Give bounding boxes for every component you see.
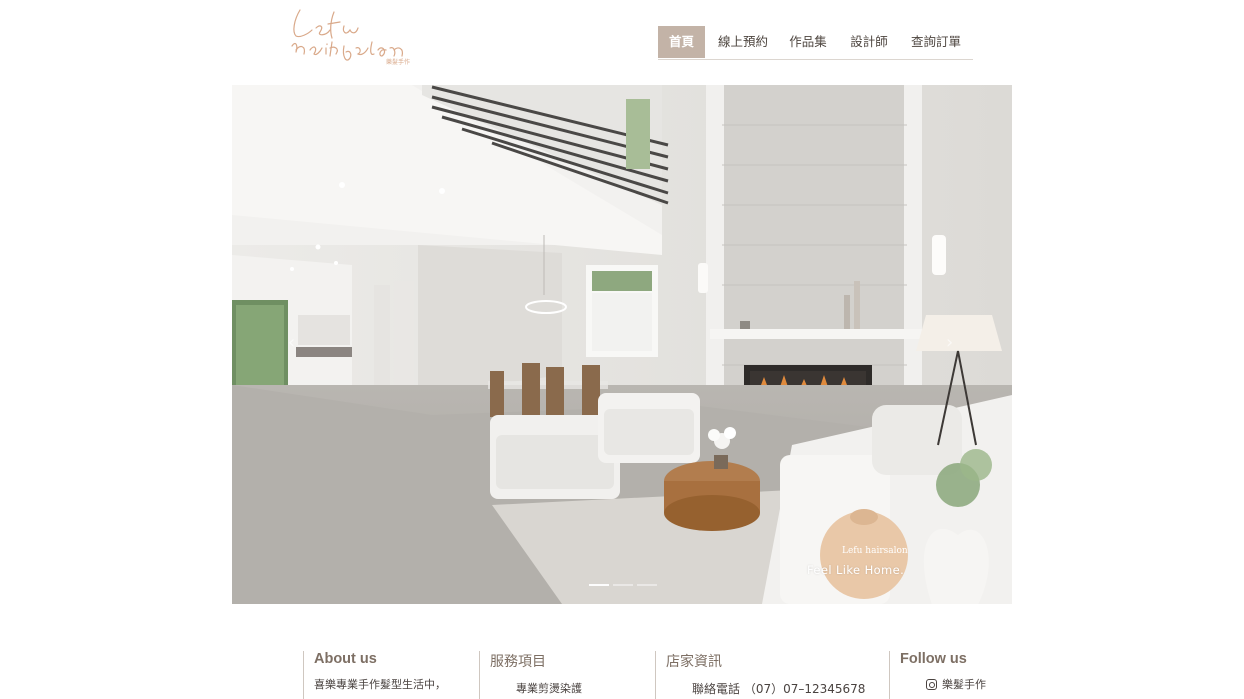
nav-item-designers[interactable]: 設計師 — [844, 26, 894, 58]
nav-item-online-booking[interactable]: 線上預約 — [712, 26, 774, 58]
slider-dot-1[interactable] — [589, 584, 609, 586]
nav-item-order-lookup[interactable]: 查詢訂單 — [906, 26, 966, 58]
slider-prev-arrow[interactable]: ‹ — [288, 333, 300, 353]
hero-slider[interactable]: Lefu hairsalon — [232, 85, 1012, 604]
footer-instagram-label: 樂髮手作 — [942, 678, 986, 691]
orb-logo-text: Lefu hairsalon — [842, 546, 908, 556]
footer-services-title: 服務項目 — [490, 654, 546, 670]
slider-next-arrow[interactable]: › — [946, 333, 958, 353]
hero-living-room-image: Lefu hairsalon — [232, 85, 1012, 604]
footer-about: About us 喜樂專業手作髮型生活中， — [303, 651, 474, 699]
footer-instagram-link[interactable]: 樂髮手作 — [900, 676, 1020, 692]
slider-dot-3[interactable] — [637, 584, 657, 586]
brand-logo[interactable]: 樂髮手作 — [286, 6, 420, 68]
main-nav: 首頁 線上預約 作品集 設計師 查詢訂單 — [658, 26, 973, 60]
footer-follow-title: Follow us — [900, 651, 967, 667]
nav-item-portfolio[interactable]: 作品集 — [784, 26, 832, 58]
footer-store-title: 店家資訊 — [666, 654, 722, 670]
footer-about-title: About us — [314, 651, 377, 667]
footer-store-info: 店家資訊 聯絡電話 （07）07–12345678 — [655, 651, 886, 699]
hero-tagline: Feel Like Home. — [807, 563, 905, 577]
logo-script-graphic: 樂髮手作 — [291, 9, 410, 66]
footer-about-text: 喜樂專業手作髮型生活中， — [314, 678, 446, 691]
footer-store-phone[interactable]: 聯絡電話 （07）07–12345678 — [666, 680, 886, 697]
footer-services: 服務項目 專業剪燙染護 — [479, 651, 650, 699]
instagram-icon — [926, 679, 937, 690]
footer-follow: Follow us 樂髮手作 — [889, 651, 1020, 699]
logo-cn-text: 樂髮手作 — [386, 58, 410, 66]
nav-item-home[interactable]: 首頁 — [658, 26, 705, 58]
footer-services-text: 專業剪燙染護 — [516, 682, 582, 695]
slider-dot-2[interactable] — [613, 584, 633, 586]
